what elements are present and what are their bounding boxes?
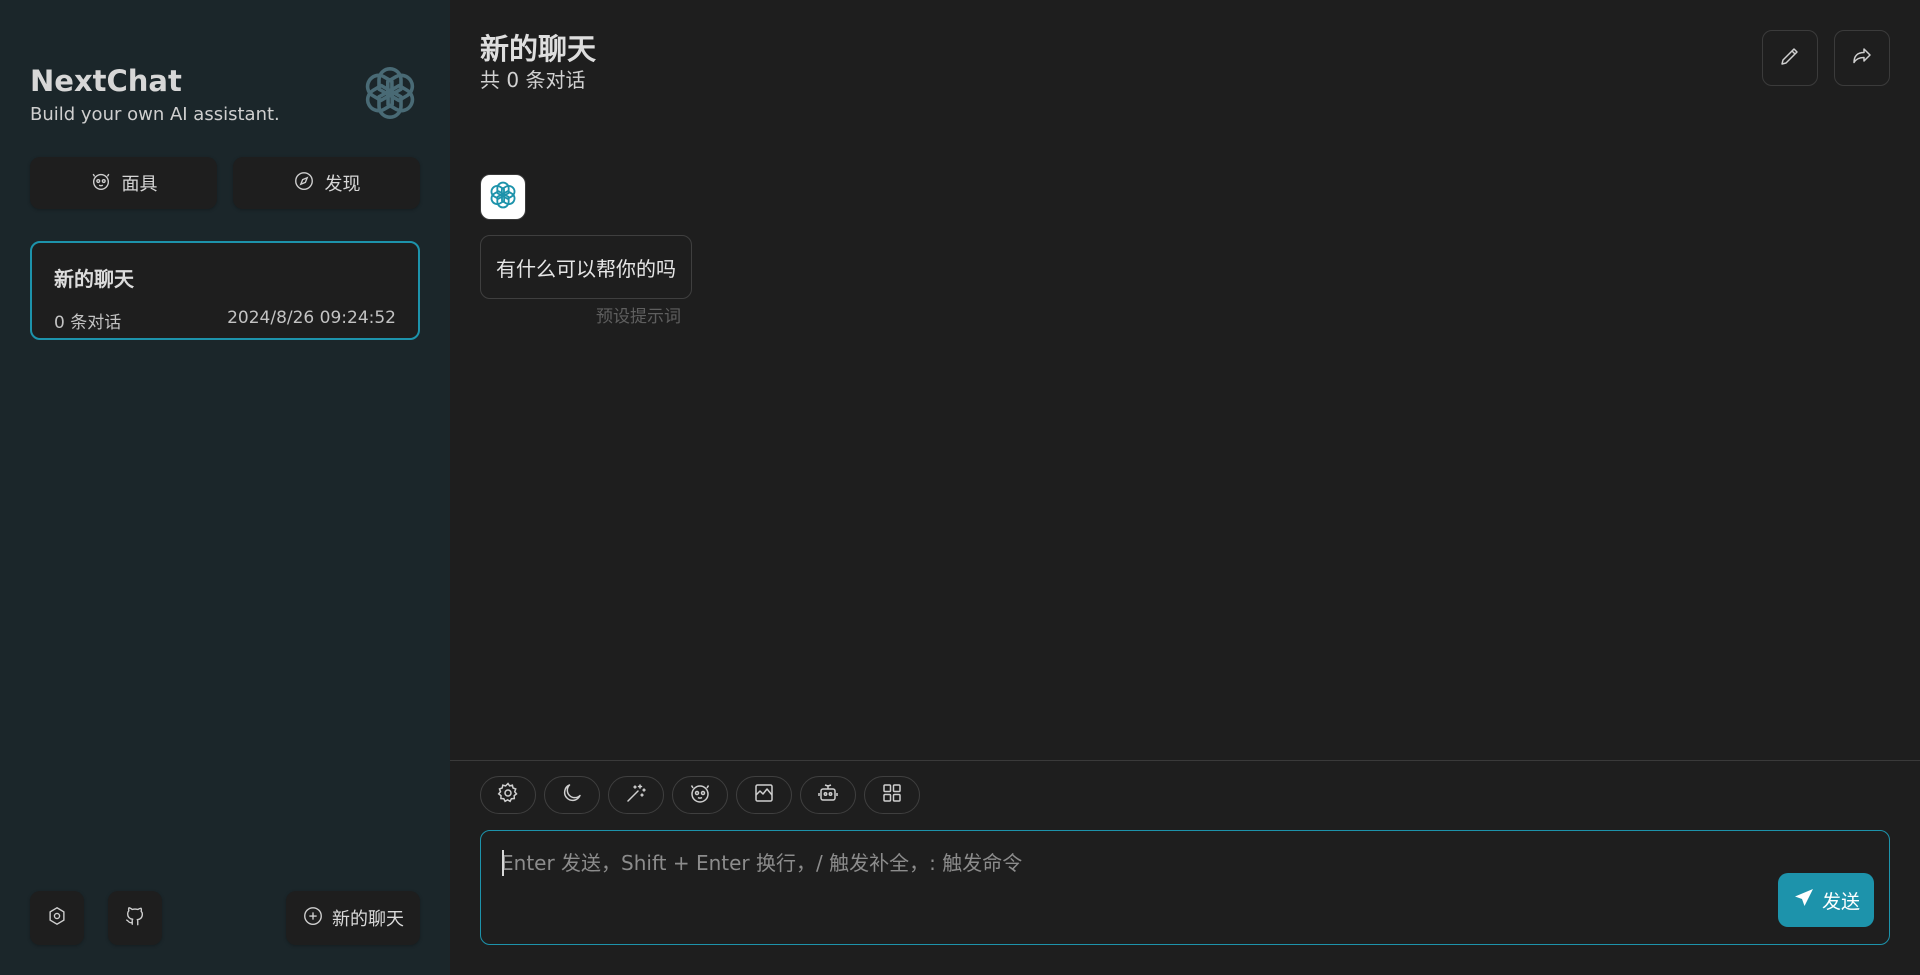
new-chat-button[interactable]: 新的聊天 <box>286 891 420 945</box>
bot-message-text: 有什么可以帮你的吗 <box>496 256 676 281</box>
grid-icon <box>880 781 904 809</box>
plugins-button[interactable] <box>864 776 920 814</box>
model-button[interactable] <box>800 776 856 814</box>
openai-logo-icon <box>357 60 423 126</box>
sidebar: NextChat Build your own AI assistant. 面具… <box>0 0 450 975</box>
chat-item-count: 0 条对话 <box>54 313 122 333</box>
mask-button[interactable]: 面具 <box>30 157 217 209</box>
brand-title: NextChat <box>30 64 182 98</box>
chat-title[interactable]: 新的聊天 <box>480 26 596 68</box>
send-button[interactable]: 发送 <box>1778 873 1874 927</box>
chat-settings-button[interactable] <box>480 776 536 814</box>
discover-label: 发现 <box>324 174 361 195</box>
chat-input[interactable] <box>481 831 1889 944</box>
send-icon <box>1792 886 1816 915</box>
input-divider <box>450 760 1920 761</box>
pencil-icon <box>1778 44 1802 72</box>
text-cursor <box>502 850 504 876</box>
header-actions <box>1762 30 1890 86</box>
image-icon <box>752 781 776 809</box>
image-button[interactable] <box>736 776 792 814</box>
settings-button[interactable] <box>30 891 84 945</box>
add-icon <box>302 905 324 932</box>
brand-subtitle: Build your own AI assistant. <box>30 104 280 125</box>
gear-icon <box>496 781 520 809</box>
send-label: 发送 <box>1821 890 1860 913</box>
sidebar-actions: 面具 发现 <box>30 157 420 209</box>
share-button[interactable] <box>1834 30 1890 86</box>
chat-header: 新的聊天 共 0 条对话 <box>450 0 1920 110</box>
brand: NextChat Build your own AI assistant. <box>30 30 420 130</box>
share-icon <box>1850 44 1874 72</box>
message-hint: 预设提示词 <box>596 307 681 327</box>
chat-main: 新的聊天 共 0 条对话 有什么可以帮你的吗 预设提示词 Enter 发送，Sh… <box>450 0 1920 975</box>
chat-subtitle: 共 0 条对话 <box>480 68 586 92</box>
bot-avatar <box>480 174 526 220</box>
new-chat-label: 新的聊天 <box>332 909 404 930</box>
mask-label: 面具 <box>121 174 158 195</box>
prompt-button[interactable] <box>608 776 664 814</box>
app: NextChat Build your own AI assistant. 面具… <box>0 0 1920 975</box>
mask-icon <box>90 170 112 197</box>
input-toolbar <box>480 776 920 814</box>
mask-tool-button[interactable] <box>672 776 728 814</box>
edit-button[interactable] <box>1762 30 1818 86</box>
discover-button[interactable]: 发现 <box>233 157 420 209</box>
chat-list-item[interactable]: 新的聊天 0 条对话 2024/8/26 09:24:52 <box>30 241 420 340</box>
bot-message: 有什么可以帮你的吗 <box>480 235 692 299</box>
chat-item-time: 2024/8/26 09:24:52 <box>227 308 396 328</box>
chat-item-meta: 0 条对话 2024/8/26 09:24:52 <box>54 308 396 333</box>
robot-icon <box>816 781 840 809</box>
github-button[interactable] <box>108 891 162 945</box>
settings-icon <box>46 905 68 931</box>
moon-icon <box>560 781 584 809</box>
chat-item-title: 新的聊天 <box>54 267 134 291</box>
mask-icon <box>688 781 712 809</box>
theme-toggle-button[interactable] <box>544 776 600 814</box>
sidebar-bottom: 新的聊天 <box>30 891 420 945</box>
chat-input-container: 发送 <box>480 830 1890 945</box>
compass-icon <box>293 170 315 197</box>
github-icon <box>124 905 146 931</box>
openai-avatar-icon <box>486 178 520 216</box>
magic-wand-icon <box>624 781 648 809</box>
